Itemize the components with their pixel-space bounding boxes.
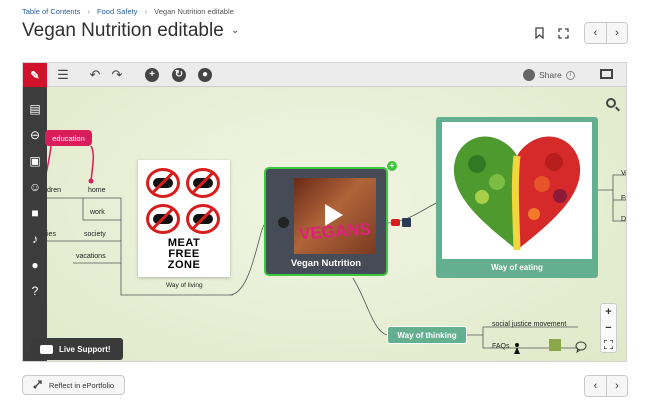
- no-fish-icon: [186, 204, 220, 234]
- comment-icon[interactable]: [575, 340, 587, 354]
- breadcrumb: Table of Contents › Food Safety › Vegan …: [22, 7, 234, 16]
- breadcrumb-current: Vegan Nutrition editable: [154, 7, 234, 16]
- microphone-icon[interactable]: ♪: [27, 231, 43, 247]
- youtube-icon[interactable]: [391, 219, 400, 226]
- work-node[interactable]: work: [90, 209, 105, 216]
- menu-icon[interactable]: ☰: [55, 67, 71, 83]
- help-icon[interactable]: ?: [27, 283, 43, 299]
- undo-icon[interactable]: ↶: [87, 67, 103, 83]
- top-pagination: ‹ ›: [584, 22, 628, 44]
- page: Table of Contents › Food Safety › Vegan …: [0, 0, 650, 405]
- share-button[interactable]: Share i: [523, 69, 575, 81]
- education-node[interactable]: education: [45, 130, 92, 146]
- chat-icon: [40, 344, 53, 354]
- breadcrumb-table-of-contents[interactable]: Table of Contents: [22, 7, 80, 16]
- video-icon[interactable]: ■: [27, 205, 43, 221]
- way-of-living-node[interactable]: Way of living: [166, 282, 203, 289]
- search-icon[interactable]: [606, 98, 616, 108]
- bookmark-icon[interactable]: [530, 23, 548, 43]
- way-of-eating-label: Way of eating: [491, 263, 543, 272]
- attachment-icon[interactable]: [402, 218, 411, 227]
- right-node-partial-da[interactable]: Da: [621, 216, 626, 223]
- reflect-label: Reflect in ePortfolio: [49, 380, 115, 390]
- no-cow-icon: [186, 168, 220, 198]
- way-of-thinking-node[interactable]: Way of thinking: [387, 326, 467, 344]
- lightbulb-icon[interactable]: ●: [27, 257, 43, 273]
- vegan-nutrition-label: Vegan Nutrition: [290, 258, 362, 269]
- mindmap-toolbar: ✎ ☰ ↶ ↷ + ↻ ● Share i: [23, 63, 626, 87]
- faqs-node[interactable]: FAQs: [492, 343, 510, 350]
- add-child-icon[interactable]: +: [387, 161, 397, 171]
- redo-icon[interactable]: ↷: [109, 67, 125, 83]
- mindomo-logo: ✎: [23, 63, 47, 87]
- live-support-button[interactable]: Live Support!: [31, 338, 123, 360]
- figure-icon: [511, 341, 523, 354]
- presentation-icon[interactable]: [600, 69, 613, 79]
- share-users-icon: [523, 69, 535, 81]
- right-node-partial-fr[interactable]: Fr: [621, 195, 626, 202]
- breadcrumb-food-safety[interactable]: Food Safety: [97, 7, 137, 16]
- vegan-nutrition-central-node[interactable]: VEGANS Vegan Nutrition: [264, 167, 388, 276]
- live-support-label: Live Support!: [59, 344, 111, 354]
- fullscreen-icon[interactable]: [554, 23, 572, 43]
- page-title: Vegan Nutrition editable: [22, 20, 224, 41]
- eportfolio-icon: [33, 379, 43, 391]
- add-topic-icon[interactable]: +: [145, 68, 159, 82]
- next-page-button[interactable]: ›: [606, 23, 627, 43]
- bottom-pagination: ‹ ›: [584, 375, 628, 397]
- title-chevron-down-icon[interactable]: ⌄: [231, 25, 239, 36]
- image-icon[interactable]: ▣: [27, 153, 43, 169]
- meat-free-zone-text: MEAT FREE ZONE: [138, 238, 230, 271]
- zoom-out-button[interactable]: −: [601, 320, 616, 336]
- society-node[interactable]: society: [84, 231, 106, 238]
- flag-icon[interactable]: [278, 217, 289, 228]
- notes-icon[interactable]: ▤: [27, 101, 43, 117]
- zoom-in-button[interactable]: +: [601, 304, 616, 320]
- breadcrumb-separator-icon: ›: [144, 7, 148, 16]
- mindmap-frame: ✎ ☰ ↶ ↷ + ↻ ● Share i ▤ ⊖ ▣ ☺ ■ ♪ ● ? ed…: [22, 62, 627, 362]
- vegetable-heart-image: [442, 122, 592, 259]
- info-icon[interactable]: i: [565, 70, 575, 80]
- meat-free-zone-image[interactable]: MEAT FREE ZONE: [138, 160, 230, 277]
- vegan-video-thumbnail[interactable]: VEGANS: [294, 178, 376, 254]
- social-justice-node[interactable]: social justice movement: [492, 321, 566, 328]
- children-node-partial[interactable]: dren: [47, 187, 61, 194]
- refresh-icon[interactable]: ↻: [172, 68, 186, 82]
- zoom-controls: + −: [600, 303, 617, 353]
- share-label: Share: [539, 70, 562, 80]
- bottom-prev-button[interactable]: ‹: [585, 376, 606, 396]
- play-icon[interactable]: [325, 204, 343, 226]
- home-node[interactable]: home: [88, 187, 106, 194]
- breadcrumb-separator-icon: ›: [87, 7, 91, 16]
- no-meat-signs: [146, 168, 222, 236]
- ies-node-partial[interactable]: ies: [47, 231, 56, 238]
- fit-screen-icon[interactable]: [601, 336, 616, 352]
- way-of-eating-node[interactable]: Way of eating: [436, 117, 598, 278]
- link-icon[interactable]: ⊖: [27, 127, 43, 143]
- left-toolbar: ▤ ⊖ ▣ ☺ ■ ♪ ● ?: [23, 87, 47, 361]
- no-chicken-icon: [146, 168, 180, 198]
- meat-text-line: ZONE: [167, 259, 201, 271]
- vacations-node[interactable]: vacations: [76, 253, 106, 260]
- right-node-partial-ve[interactable]: Ve: [621, 170, 626, 177]
- palette-icon[interactable]: ●: [198, 68, 212, 82]
- emoji-icon[interactable]: ☺: [27, 179, 43, 195]
- prev-page-button[interactable]: ‹: [585, 23, 606, 43]
- bottom-next-button[interactable]: ›: [606, 376, 627, 396]
- photo-thumb-icon[interactable]: [549, 339, 561, 351]
- no-pig-icon: [146, 204, 180, 234]
- reflect-in-eportfolio-button[interactable]: Reflect in ePortfolio: [22, 375, 125, 395]
- top-actions: ‹ ›: [530, 22, 628, 44]
- heart-shape: [453, 136, 581, 251]
